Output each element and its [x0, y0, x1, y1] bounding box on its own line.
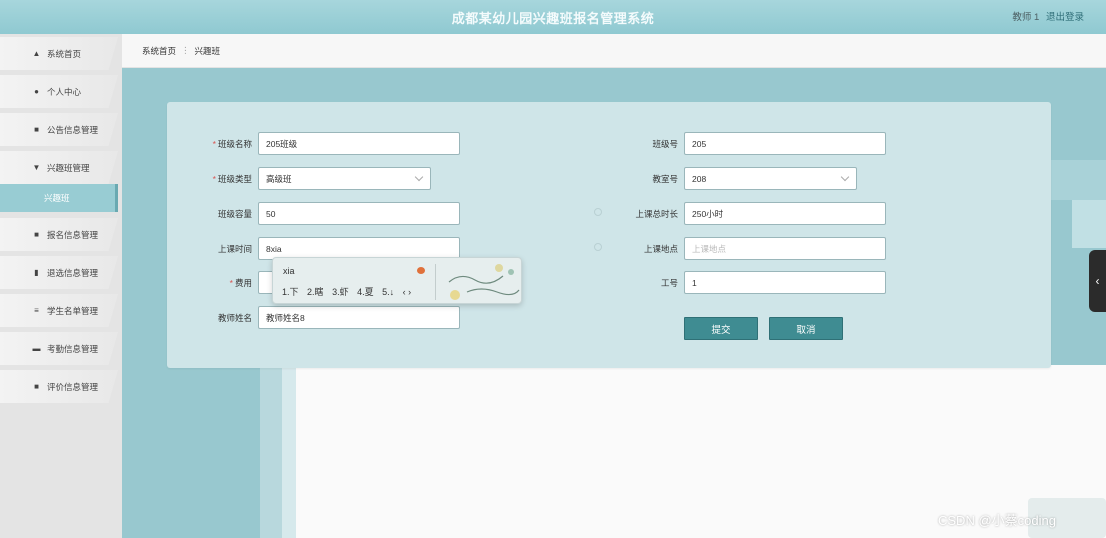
field-class-name: * 班级名称 205班级: [200, 132, 460, 155]
field-total-hours: 上课总时长 250小时: [626, 202, 886, 225]
field-class-no: 班级号 205: [626, 132, 886, 155]
field-location: 上课地点 上课地点: [626, 237, 886, 260]
ime-skin-art: [448, 264, 520, 300]
sidebar-item-enrollment[interactable]: ■ 报名信息管理: [0, 218, 118, 251]
watermark: CSDN @小蔡coding: [938, 513, 1056, 528]
ime-candidate[interactable]: 4.夏: [357, 287, 374, 297]
ime-candidate[interactable]: 1.下: [282, 287, 299, 297]
ime-candidate[interactable]: 2.瞎: [307, 287, 324, 297]
ime-candidate-popup: xia 1.下 2.瞎 3.虾 4.夏 5.↓ ‹ ›: [272, 257, 522, 304]
sidebar-item-evaluation[interactable]: ■ 评价信息管理: [0, 370, 118, 403]
ime-divider: [435, 264, 436, 300]
breadcrumb-separator: ⋮: [181, 45, 190, 55]
list-icon: ≡: [34, 306, 39, 315]
field-teacher-name: 教师姓名 教师姓名8: [200, 306, 460, 329]
collapse-tab[interactable]: ‹: [1089, 250, 1106, 312]
sidebar-item-attendance[interactable]: ▬ 考勤信息管理: [0, 332, 118, 365]
ime-logo-icon: [417, 267, 425, 274]
monitor-icon: ▬: [32, 344, 41, 353]
capacity-input[interactable]: 50: [258, 202, 460, 225]
class-type-select[interactable]: 高级班: [258, 167, 431, 190]
ime-composition: xia: [283, 266, 295, 276]
class-name-input[interactable]: 205班级: [258, 132, 460, 155]
field-class-type: * 班级类型 高级班: [200, 167, 431, 190]
field-room-no: 教室号 208: [626, 167, 857, 190]
sidebar-item-label: 个人中心: [47, 86, 82, 97]
breadcrumb: 系统首页 ⋮ 兴趣班: [122, 34, 1106, 68]
sidebar-item-label: 兴趣班: [44, 193, 70, 203]
sidebar-item-label: 报名信息管理: [47, 229, 99, 240]
sidebar-item-profile[interactable]: ● 个人中心: [0, 75, 118, 108]
sidebar-item-label: 兴趣班管理: [47, 162, 90, 173]
chevron-down-icon: [840, 172, 850, 182]
cancel-button[interactable]: 取消: [769, 317, 843, 340]
sidebar-item-label: 系统首页: [47, 48, 82, 59]
grid-icon: ■: [34, 382, 39, 391]
breadcrumb-home[interactable]: 系统首页: [142, 45, 176, 57]
ime-candidate[interactable]: 3.虾: [332, 287, 349, 297]
username: 教师 1: [1012, 12, 1040, 23]
class-no-input[interactable]: 205: [684, 132, 886, 155]
trash-icon: ▮: [34, 268, 39, 277]
field-staff-no: 工号 1: [626, 271, 886, 294]
sidebar-item-label: 退选信息管理: [47, 267, 99, 278]
top-header: 成都某幼儿园兴趣班报名管理系统 教师 1 退出登录: [0, 0, 1106, 34]
sidebar-item-label: 评价信息管理: [47, 381, 99, 392]
ime-page-nav[interactable]: ‹ ›: [403, 287, 412, 297]
sidebar-subitem-interest-class[interactable]: 兴趣班: [0, 184, 118, 212]
sidebar-item-interest-class-mgmt[interactable]: ▼ 兴趣班管理: [0, 151, 118, 184]
location-icon: [594, 243, 602, 251]
breadcrumb-current: 兴趣班: [194, 45, 221, 56]
user-icon: ●: [34, 87, 39, 96]
sidebar-item-home[interactable]: ▲ 系统首页: [0, 37, 118, 70]
grid-icon: ■: [34, 230, 39, 239]
ime-candidate[interactable]: 5.↓: [382, 287, 394, 297]
required-mark: *: [212, 138, 216, 149]
room-no-select[interactable]: 208: [684, 167, 857, 190]
required-mark: *: [212, 173, 216, 184]
home-icon: ▲: [32, 49, 41, 58]
logout-link[interactable]: 退出登录: [1046, 12, 1084, 23]
required-mark: *: [229, 277, 233, 288]
clock-icon: [594, 208, 602, 216]
cup-icon: ▼: [32, 163, 41, 172]
decorative-block: [1050, 160, 1106, 200]
sidebar-item-label: 学生名单管理: [47, 305, 99, 316]
sidebar-item-students[interactable]: ≡ 学生名单管理: [0, 294, 118, 327]
decorative-block: [282, 368, 296, 538]
user-area: 教师 1 退出登录: [1008, 9, 1084, 23]
sidebar: ▲ 系统首页 ● 个人中心 ■ 公告信息管理 ▼ 兴趣班管理 兴趣班 ■ 报名信…: [0, 34, 122, 538]
staff-no-input[interactable]: 1: [684, 271, 886, 294]
chevron-left-icon: ‹: [1095, 274, 1100, 288]
ime-candidates: 1.下 2.瞎 3.虾 4.夏 5.↓ ‹ ›: [282, 285, 417, 298]
app-title: 成都某幼儿园兴趣班报名管理系统: [451, 11, 655, 26]
decorative-block: [1072, 200, 1106, 248]
grid-icon: ■: [34, 125, 39, 134]
location-input[interactable]: 上课地点: [684, 237, 886, 260]
sidebar-item-label: 考勤信息管理: [47, 343, 99, 354]
total-hours-input[interactable]: 250小时: [684, 202, 886, 225]
sidebar-item-announcements[interactable]: ■ 公告信息管理: [0, 113, 118, 146]
chevron-down-icon: [414, 172, 424, 182]
submit-button[interactable]: 提交: [684, 317, 758, 340]
sidebar-item-label: 公告信息管理: [47, 124, 99, 135]
teacher-name-input[interactable]: 教师姓名8: [258, 306, 460, 329]
sidebar-item-withdrawal[interactable]: ▮ 退选信息管理: [0, 256, 118, 289]
field-capacity: 班级容量 50: [200, 202, 460, 225]
